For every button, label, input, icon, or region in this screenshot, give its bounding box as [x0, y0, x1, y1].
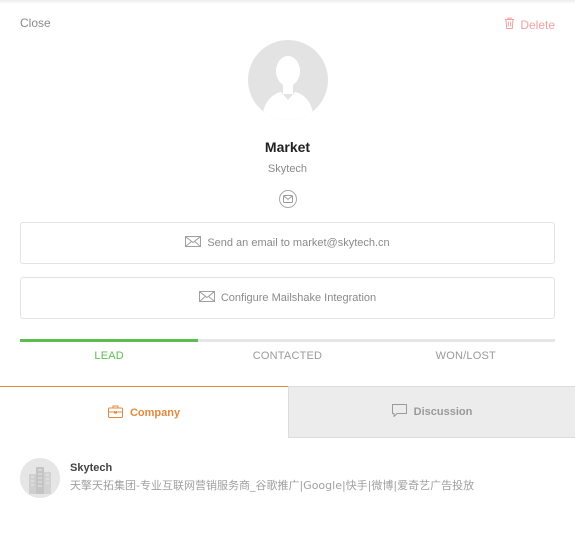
building-logo-icon: [20, 458, 60, 498]
stage-won-lost[interactable]: WON/LOST: [377, 350, 555, 362]
company-name: Skytech: [70, 462, 113, 474]
envelope-icon: [283, 190, 293, 208]
delete-button[interactable]: Delete: [504, 17, 555, 32]
detail-tabs: Company Discussion: [0, 386, 575, 438]
envelope-icon: [198, 291, 215, 305]
tab-discussion-label: Discussion: [413, 406, 473, 418]
trash-icon: [504, 17, 515, 32]
company-card[interactable]: Skytech 天擎天拓集团-专业互联网营销服务商_谷歌推广|Google|快手…: [20, 458, 555, 498]
tab-discussion[interactable]: Discussion: [288, 386, 575, 438]
briefcase-icon: [107, 405, 123, 421]
email-contact-button[interactable]: [279, 190, 297, 208]
tab-company-label: Company: [129, 406, 181, 419]
pipeline-progress-bar: [20, 339, 555, 342]
contact-company: Skytech: [267, 163, 308, 175]
pipeline-stages: LEAD CONTACTED WON/LOST: [20, 350, 555, 362]
envelope-icon: [185, 236, 202, 250]
pipeline-progress-fill: [20, 339, 199, 342]
configure-mailshake-button[interactable]: Configure Mailshake Integration: [20, 277, 555, 319]
stage-lead[interactable]: LEAD: [20, 350, 198, 362]
top-shadow: [0, 0, 575, 4]
speech-bubble-icon: [391, 404, 407, 420]
delete-label: Delete: [520, 17, 555, 32]
close-button[interactable]: Close: [20, 16, 51, 30]
company-description: 天擎天拓集团-专业互联网营销服务商_谷歌推广|Google|快手|微博|爱奇艺广…: [70, 479, 475, 492]
company-info: Skytech 天擎天拓集团-专业互联网营销服务商_谷歌推广|Google|快手…: [70, 458, 474, 493]
tab-company[interactable]: Company: [0, 386, 288, 438]
mailshake-label: Configure Mailshake Integration: [220, 292, 377, 304]
user-avatar-icon: [248, 40, 328, 120]
stage-contacted[interactable]: CONTACTED: [198, 350, 376, 362]
send-email-label: Send an email to market@skytech.cn: [207, 237, 390, 249]
contact-name: Market: [264, 139, 311, 155]
send-email-button[interactable]: Send an email to market@skytech.cn: [20, 222, 555, 264]
